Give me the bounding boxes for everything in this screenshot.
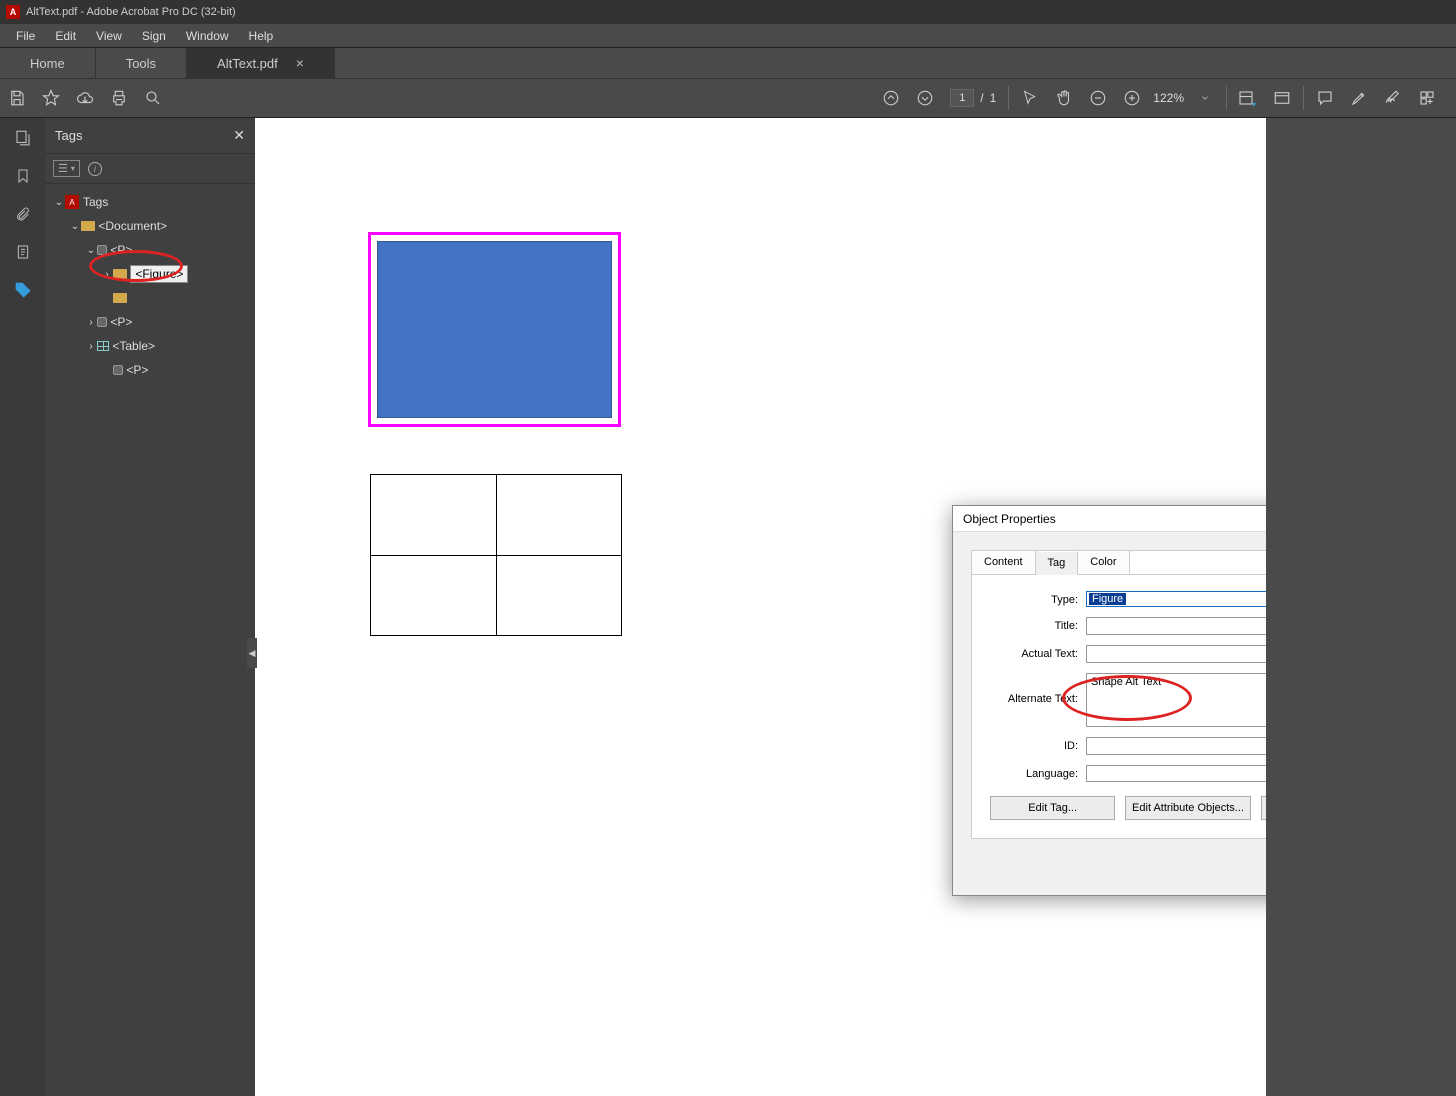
tree-document[interactable]: ⌄ <Document> bbox=[45, 214, 255, 238]
window-title: AltText.pdf - Adobe Acrobat Pro DC (32-b… bbox=[26, 6, 236, 18]
fit-width-icon[interactable]: ▾ bbox=[1231, 81, 1265, 115]
folder-icon bbox=[81, 221, 95, 231]
zoom-dropdown-icon[interactable] bbox=[1188, 81, 1222, 115]
label-id: ID: bbox=[990, 737, 1078, 752]
search-icon[interactable] bbox=[136, 81, 170, 115]
tags-tree[interactable]: ⌄ A Tags ⌄ <Document> ⌄ <P> › <Figure> › bbox=[45, 184, 255, 388]
tab-document[interactable]: AltText.pdf × bbox=[187, 48, 335, 78]
comment-icon[interactable] bbox=[1308, 81, 1342, 115]
menu-edit[interactable]: Edit bbox=[45, 26, 86, 46]
tab-tag[interactable]: Tag bbox=[1036, 551, 1079, 575]
navigation-pane bbox=[0, 118, 45, 1096]
folder-icon bbox=[113, 293, 127, 303]
tags-panel: Tags ✕ ☰▾ i ⌄ A Tags ⌄ <Document> ⌄ <P> … bbox=[45, 118, 255, 1096]
document-tabs: Home Tools AltText.pdf × bbox=[0, 48, 1456, 78]
save-icon[interactable] bbox=[0, 81, 34, 115]
menu-window[interactable]: Window bbox=[176, 26, 239, 46]
hand-icon[interactable] bbox=[1047, 81, 1081, 115]
menu-file[interactable]: File bbox=[6, 26, 45, 46]
menu-help[interactable]: Help bbox=[239, 26, 284, 46]
tree-root[interactable]: ⌄ A Tags bbox=[45, 190, 255, 214]
tab-color[interactable]: Color bbox=[1078, 551, 1129, 574]
label-title: Title: bbox=[990, 617, 1078, 632]
window-titlebar: A AltText.pdf - Adobe Acrobat Pro DC (32… bbox=[0, 0, 1456, 24]
attachments-icon[interactable] bbox=[13, 204, 33, 224]
acrobat-icon: A bbox=[6, 5, 20, 19]
highlight-icon[interactable] bbox=[1342, 81, 1376, 115]
page-indicator: / 1 bbox=[950, 89, 996, 107]
menu-view[interactable]: View bbox=[86, 26, 132, 46]
label-language: Language: bbox=[990, 765, 1078, 780]
selected-figure[interactable] bbox=[368, 232, 621, 427]
tab-home[interactable]: Home bbox=[0, 48, 96, 78]
label-alt-text: Alternate Text: bbox=[990, 673, 1078, 705]
zoom-level[interactable]: 122% bbox=[1153, 91, 1184, 105]
page-down-icon[interactable] bbox=[908, 81, 942, 115]
zoom-in-icon[interactable] bbox=[1115, 81, 1149, 115]
page-number-input[interactable] bbox=[950, 89, 974, 107]
node-icon bbox=[97, 317, 107, 327]
edit-tag-button[interactable]: Edit Tag... bbox=[990, 796, 1115, 820]
right-panel-collapsed bbox=[1266, 118, 1456, 1096]
node-icon bbox=[113, 365, 123, 375]
node-icon bbox=[97, 245, 107, 255]
tree-p3[interactable]: › <P> bbox=[45, 358, 255, 382]
options-menu-icon[interactable]: ☰▾ bbox=[53, 160, 80, 177]
edit-attribute-objects-button[interactable]: Edit Attribute Objects... bbox=[1125, 796, 1250, 820]
blue-rectangle-shape bbox=[377, 241, 612, 418]
zoom-out-icon[interactable] bbox=[1081, 81, 1115, 115]
sign-icon[interactable] bbox=[1376, 81, 1410, 115]
tags-icon[interactable] bbox=[13, 280, 33, 300]
tree-figure-child[interactable] bbox=[45, 286, 255, 310]
more-tools-icon[interactable] bbox=[1410, 81, 1444, 115]
tree-p1[interactable]: ⌄ <P> bbox=[45, 238, 255, 262]
page-up-icon[interactable] bbox=[874, 81, 908, 115]
tree-table[interactable]: › <Table> bbox=[45, 334, 255, 358]
tab-tools[interactable]: Tools bbox=[96, 48, 187, 78]
star-icon[interactable] bbox=[34, 81, 68, 115]
panel-title: Tags bbox=[55, 128, 82, 143]
tree-p2[interactable]: › <P> bbox=[45, 310, 255, 334]
label-actual-text: Actual Text: bbox=[990, 645, 1078, 660]
table-icon bbox=[97, 341, 109, 351]
arrow-pointer-icon[interactable] bbox=[1013, 81, 1047, 115]
tree-figure[interactable]: › <Figure> bbox=[45, 262, 255, 286]
collapse-panel-icon[interactable]: ◀ bbox=[247, 638, 257, 668]
menu-sign[interactable]: Sign bbox=[132, 26, 176, 46]
info-icon[interactable]: i bbox=[88, 162, 102, 176]
print-icon[interactable] bbox=[102, 81, 136, 115]
pdf-icon: A bbox=[65, 195, 79, 209]
folder-icon bbox=[113, 269, 127, 279]
label-type: Type: bbox=[990, 591, 1078, 606]
table-shape[interactable] bbox=[370, 474, 622, 636]
tab-content[interactable]: Content bbox=[972, 551, 1036, 574]
bookmarks-icon[interactable] bbox=[13, 166, 33, 186]
close-tab-icon[interactable]: × bbox=[296, 55, 304, 71]
thumbnails-icon[interactable] bbox=[13, 128, 33, 148]
cloud-icon[interactable] bbox=[68, 81, 102, 115]
toolbar: / 1 122% ▾ bbox=[0, 78, 1456, 118]
menubar: File Edit View Sign Window Help bbox=[0, 24, 1456, 48]
fit-page-icon[interactable] bbox=[1265, 81, 1299, 115]
close-panel-icon[interactable]: ✕ bbox=[233, 127, 245, 144]
signatures-icon[interactable] bbox=[13, 242, 33, 262]
